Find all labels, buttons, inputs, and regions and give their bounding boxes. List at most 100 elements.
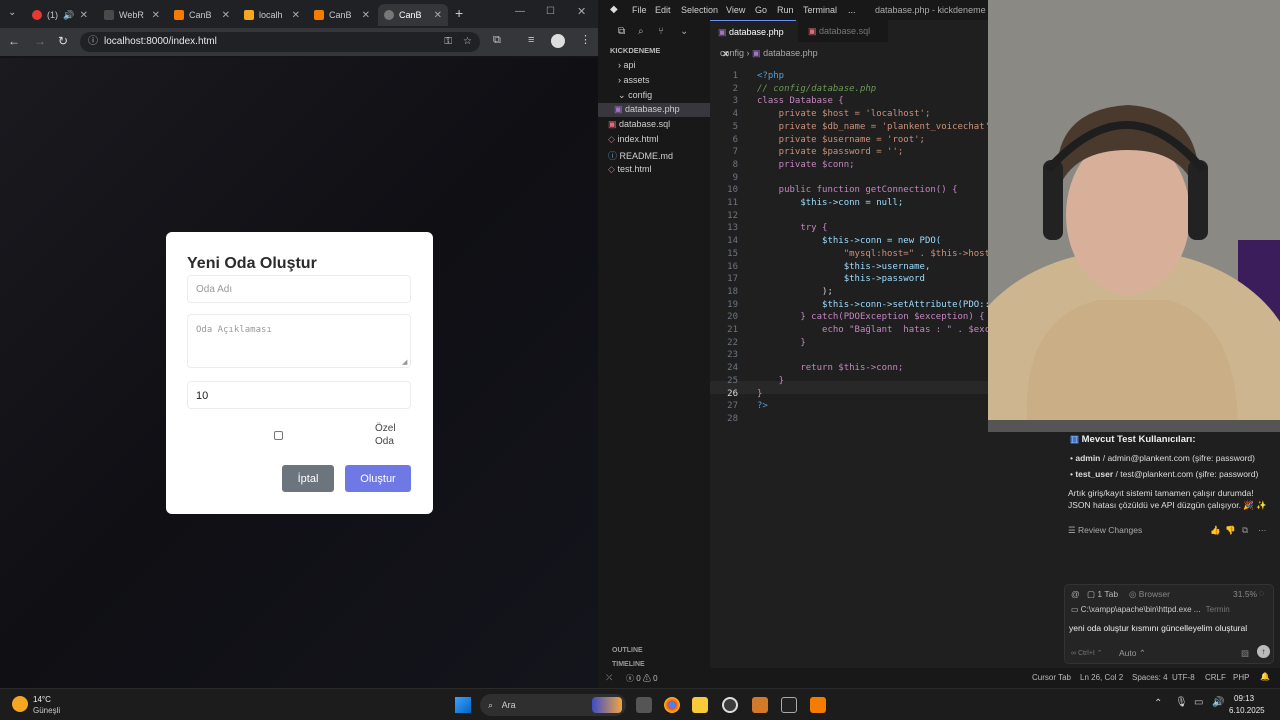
model-select[interactable]: Auto ⌃ <box>1119 648 1146 659</box>
editor-tab-database-php[interactable]: ▣ database.php ✕ <box>710 20 796 59</box>
file-explorer-icon[interactable] <box>692 697 708 713</box>
weather-icon[interactable] <box>12 696 28 712</box>
menu-file[interactable]: File <box>632 5 647 15</box>
display-icon[interactable]: ▭ <box>1194 697 1203 708</box>
close-icon[interactable]: ✕ <box>434 10 442 21</box>
more-icon[interactable]: ⋯ <box>1258 525 1267 536</box>
tree-item-readme[interactable]: ⓘ README.md <box>608 149 673 162</box>
bookmark-star-icon[interactable]: ☆ <box>463 32 472 52</box>
weather-temp[interactable]: 14°C <box>33 695 51 704</box>
capacity-input[interactable]: 10 <box>187 381 411 409</box>
extensions-icon[interactable]: ⧉ <box>493 34 501 47</box>
cursor-app-icon[interactable] <box>781 697 797 713</box>
microphone-icon[interactable]: 🎙 <box>1175 697 1188 708</box>
tree-item-assets[interactable]: › assets <box>618 75 650 85</box>
timeline-section[interactable]: TIMELINE <box>612 661 645 668</box>
problems-indicator[interactable]: ⓧ 0 ⚠ 0 <box>626 673 658 684</box>
media-icon[interactable]: ≡ <box>528 34 534 46</box>
close-icon[interactable]: ✕ <box>152 10 160 21</box>
tab-list-icon[interactable]: ⌄ <box>8 7 16 18</box>
minimize-icon[interactable]: — <box>515 6 525 17</box>
address-bar[interactable]: ⓘ localhost:8000/index.html ⚿ ☆ <box>80 32 480 52</box>
password-key-icon[interactable]: ⚿ <box>444 32 452 52</box>
breadcrumb-file[interactable]: database.php <box>763 48 818 58</box>
tray-chevron-up-icon[interactable]: ⌃ <box>1154 698 1162 709</box>
search-icon[interactable]: ⌕ <box>638 26 644 37</box>
thumbs-down-icon[interactable]: 👎 <box>1225 525 1236 536</box>
reload-icon[interactable]: ↻ <box>58 34 68 48</box>
windows-start-icon[interactable] <box>455 697 471 713</box>
browser-tab-6[interactable]: CanB ✕ <box>378 4 448 26</box>
review-changes-button[interactable]: ☰ Review Changes <box>1068 525 1142 536</box>
editor-tab-database-sql[interactable]: ▣ database.sql <box>798 20 888 42</box>
menu-terminal[interactable]: Terminal <box>803 5 837 15</box>
line-ending[interactable]: CRLF <box>1205 673 1226 682</box>
mention-icon[interactable]: @ <box>1071 589 1080 599</box>
clock-time[interactable]: 09:13 <box>1234 694 1254 703</box>
app-icon[interactable] <box>722 697 738 713</box>
encoding[interactable]: UTF-8 <box>1172 673 1195 682</box>
breadcrumb-config[interactable]: config <box>720 48 744 58</box>
clock-date[interactable]: 6.10.2025 <box>1229 706 1265 715</box>
source-control-icon[interactable]: ⑂ <box>658 26 664 37</box>
browser-tab-1[interactable]: (1) 🔊 ✕ <box>26 4 94 26</box>
menu-view[interactable]: View <box>726 5 745 15</box>
tree-item-index-html[interactable]: ◇ index.html <box>608 134 658 145</box>
tree-item-api[interactable]: › api <box>618 60 636 70</box>
chevron-down-icon[interactable]: ⌄ <box>680 26 688 37</box>
room-name-input[interactable]: Oda Adı <box>187 275 411 303</box>
private-room-checkbox[interactable] <box>274 431 283 440</box>
chat-input[interactable]: yeni oda oluştur kısmını güncelleyelim o… <box>1069 623 1271 633</box>
close-icon[interactable]: ✕ <box>222 10 230 21</box>
taskbar-search[interactable]: ⌕ Ara <box>480 694 626 716</box>
close-icon[interactable]: ✕ <box>292 10 300 21</box>
remote-icon[interactable]: ⤫ <box>606 673 612 683</box>
menu-go[interactable]: Go <box>755 5 767 15</box>
task-view-icon[interactable] <box>636 697 652 713</box>
cancel-button[interactable]: İptal <box>282 465 334 492</box>
create-button[interactable]: Oluştur <box>345 465 411 492</box>
files-icon[interactable]: ⧉ <box>618 26 625 37</box>
back-icon[interactable]: ← <box>8 34 20 48</box>
cursor-tab-status[interactable]: Cursor Tab <box>1032 673 1071 682</box>
thumbs-up-icon[interactable]: 👍 <box>1210 525 1221 536</box>
menu-run[interactable]: Run <box>777 5 794 15</box>
volume-icon[interactable]: 🔊 <box>1212 697 1224 708</box>
tree-item-database-sql[interactable]: ▣ database.sql <box>608 119 670 130</box>
chrome-icon[interactable] <box>664 697 680 713</box>
tree-item-config[interactable]: ⌄ config <box>618 90 652 101</box>
outline-section[interactable]: OUTLINE <box>612 647 643 654</box>
forward-icon[interactable]: → <box>34 34 46 48</box>
resize-handle-icon[interactable]: ◢ <box>402 358 407 366</box>
maximize-icon[interactable]: ☐ <box>546 6 555 17</box>
send-button[interactable]: ↑ <box>1257 645 1270 658</box>
browser-tab-2[interactable]: WebR ✕ <box>98 4 166 26</box>
image-attach-icon[interactable]: ▨ <box>1241 648 1249 659</box>
explorer-root[interactable]: KICKDENEME <box>610 46 660 55</box>
bell-icon[interactable]: 🔔 <box>1260 672 1270 681</box>
site-info-icon[interactable]: ⓘ <box>88 32 98 52</box>
window-close-icon[interactable]: ✕ <box>577 5 586 18</box>
new-tab-icon[interactable]: + <box>455 5 463 21</box>
tree-item-test-html[interactable]: ◇ test.html <box>608 164 651 175</box>
context-browser-chip[interactable]: ◎ Browser <box>1129 589 1170 600</box>
mode-shortcut-chip[interactable]: ∞ Ctrl+I ⌃ <box>1071 649 1103 657</box>
context-tab-chip[interactable]: ▢ 1 Tab <box>1087 589 1118 600</box>
browser-tab-5[interactable]: CanB ✕ <box>308 4 376 26</box>
indentation[interactable]: Spaces: 4 <box>1132 673 1168 682</box>
close-icon[interactable]: ✕ <box>362 10 370 21</box>
xampp-control-icon[interactable] <box>810 697 826 713</box>
menu-edit[interactable]: Edit <box>655 5 671 15</box>
menu-selection[interactable]: Selection <box>681 5 718 15</box>
close-icon[interactable]: ✕ <box>80 10 88 21</box>
cursor-position[interactable]: Ln 26, Col 2 <box>1080 673 1123 682</box>
menu-kebab-icon[interactable]: ⋮ <box>580 33 591 46</box>
profile-avatar[interactable] <box>551 34 565 48</box>
room-description-textarea[interactable]: Oda Açıklaması <box>187 314 411 368</box>
language-mode[interactable]: PHP <box>1233 673 1249 682</box>
browser-tab-4[interactable]: localh ✕ <box>238 4 306 26</box>
browser-tab-3[interactable]: CanB ✕ <box>168 4 236 26</box>
menu-more[interactable]: ... <box>848 5 856 15</box>
terminal-reference[interactable]: ▭ C:\xampp\apache\bin\httpd.exe ... Term… <box>1071 605 1230 614</box>
copy-icon[interactable]: ⧉ <box>1242 525 1248 536</box>
